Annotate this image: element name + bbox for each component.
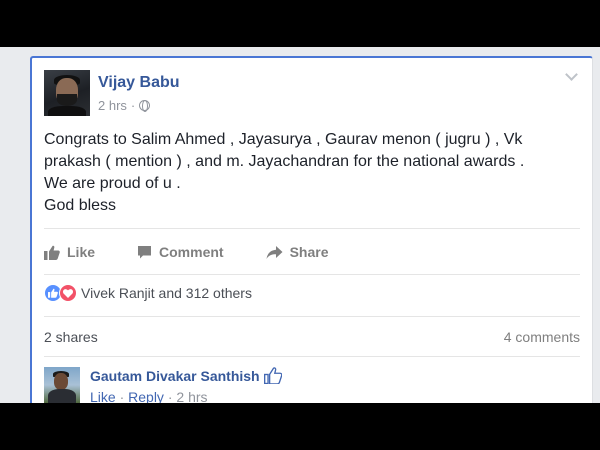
thumbs-up-icon bbox=[44, 245, 60, 260]
divider bbox=[44, 316, 580, 317]
action-bar: Like Comment Share bbox=[44, 237, 371, 267]
comment-label: Comment bbox=[159, 244, 224, 260]
like-button[interactable]: Like bbox=[44, 244, 95, 260]
love-reaction-icon bbox=[59, 284, 77, 302]
shares-count[interactable]: 2 shares bbox=[44, 329, 98, 345]
divider bbox=[44, 228, 580, 229]
commenter-avatar[interactable] bbox=[44, 367, 80, 403]
post-text-line: Congrats to Salim Ahmed , Jayasurya , Ga… bbox=[44, 131, 523, 148]
reactions-summary[interactable]: Vivek Ranjit and 312 others bbox=[44, 284, 252, 302]
post-text-line: God bless bbox=[44, 197, 117, 214]
reactions-text[interactable]: Vivek Ranjit and 312 others bbox=[81, 285, 252, 301]
post-card: Vijay Babu 2 hrs · Congrats to Salim Ahm… bbox=[30, 56, 593, 403]
post-text-line: prakash ( mention ) , and m. Jayachandra… bbox=[44, 153, 525, 170]
comment-author-row: Gautam Divakar Santhish bbox=[90, 367, 282, 384]
share-button[interactable]: Share bbox=[266, 244, 329, 260]
comment-reply-link[interactable]: Reply bbox=[128, 389, 164, 403]
post-text: Congrats to Salim Ahmed , Jayasurya , Ga… bbox=[44, 129, 574, 217]
share-arrow-icon bbox=[266, 245, 283, 259]
thumbs-up-outline-icon bbox=[263, 367, 282, 384]
chevron-down-icon[interactable] bbox=[564, 68, 578, 82]
comment-time[interactable]: 2 hrs bbox=[176, 389, 207, 403]
comment-like-link[interactable]: Like bbox=[90, 389, 116, 403]
comment-button[interactable]: Comment bbox=[137, 244, 224, 260]
divider bbox=[44, 274, 580, 275]
post-time[interactable]: 2 hrs bbox=[98, 98, 127, 113]
post-text-line: We are proud of u . bbox=[44, 175, 181, 192]
post-meta: 2 hrs · bbox=[98, 98, 151, 113]
divider bbox=[44, 356, 580, 357]
share-label: Share bbox=[289, 244, 329, 260]
comment-meta: Like · Reply · 2 hrs bbox=[90, 389, 208, 403]
like-label: Like bbox=[67, 244, 96, 260]
author-avatar[interactable] bbox=[44, 70, 90, 116]
comment-author[interactable]: Gautam Divakar Santhish bbox=[90, 368, 260, 384]
feed-area: Vijay Babu 2 hrs · Congrats to Salim Ahm… bbox=[0, 47, 600, 403]
speech-bubble-icon bbox=[138, 245, 152, 258]
comments-count[interactable]: 4 comments bbox=[504, 329, 580, 345]
post-author[interactable]: Vijay Babu bbox=[98, 74, 180, 92]
globe-icon bbox=[139, 100, 151, 112]
